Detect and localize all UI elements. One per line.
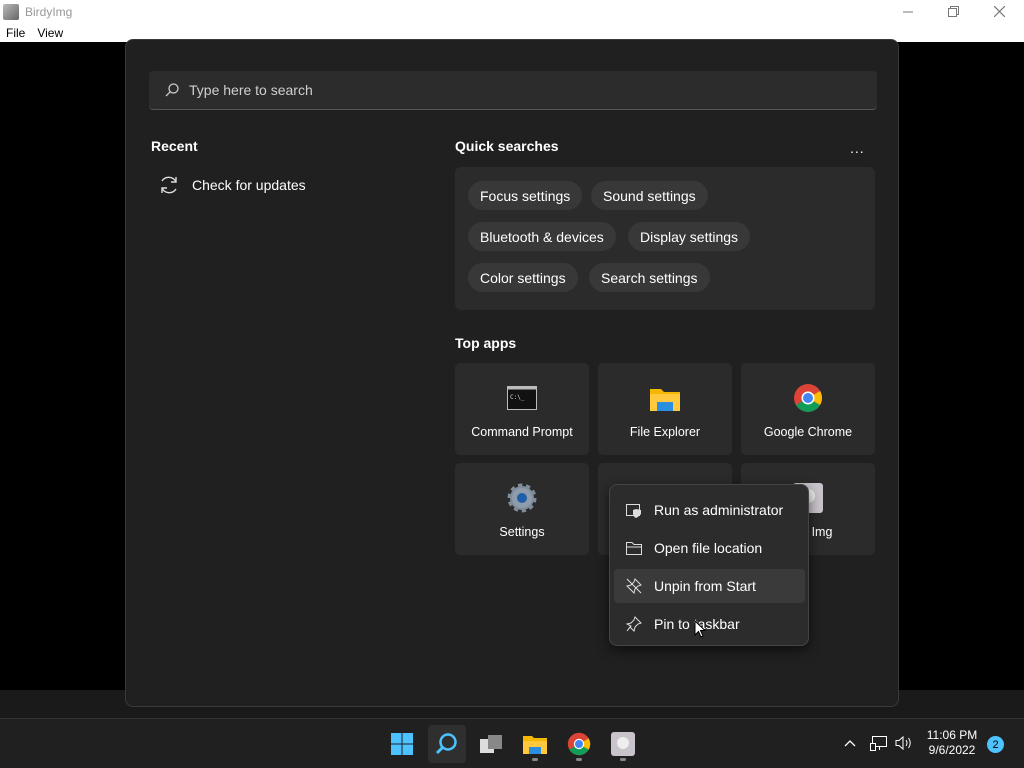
top-apps-title: Top apps xyxy=(455,335,517,351)
clock-time: 11:06 PM xyxy=(926,728,978,742)
app-tile-label: Settings xyxy=(499,525,545,539)
volume-icon[interactable] xyxy=(895,718,913,768)
taskbar-chrome[interactable] xyxy=(560,725,598,763)
menu-item-label: Run as administrator xyxy=(654,502,784,518)
search-icon xyxy=(165,83,179,97)
chip-search-settings[interactable]: Search settings xyxy=(589,263,710,292)
network-icon[interactable] xyxy=(870,718,888,768)
app-tile-command-prompt[interactable]: C:\_ Command Prompt xyxy=(455,363,589,455)
close-icon[interactable] xyxy=(976,0,1022,23)
menu-item-open-file-location[interactable]: Open file location xyxy=(614,531,805,565)
chip-sound-settings[interactable]: Sound settings xyxy=(591,181,708,210)
app-tile-settings[interactable]: Settings xyxy=(455,463,589,555)
search-input[interactable]: Type here to search xyxy=(149,71,877,110)
recent-item-label: Check for updates xyxy=(192,177,306,193)
menu-item-label: Unpin from Start xyxy=(654,578,756,594)
taskbar-file-explorer[interactable] xyxy=(516,725,554,763)
restore-icon[interactable] xyxy=(930,0,976,23)
svg-text:C:\_: C:\_ xyxy=(510,394,525,401)
context-menu: Run as administrator Open file location … xyxy=(609,484,809,646)
more-options-icon[interactable]: ... xyxy=(850,140,865,156)
recent-title: Recent xyxy=(151,138,198,154)
app-tile-google-chrome[interactable]: Google Chrome xyxy=(741,363,875,455)
start-icon xyxy=(391,733,413,755)
app-tile-label: Img xyxy=(811,525,833,539)
clock-date: 9/6/2022 xyxy=(928,743,976,757)
chip-focus-settings[interactable]: Focus settings xyxy=(468,181,583,210)
chrome-icon xyxy=(567,732,591,756)
task-view-icon xyxy=(480,735,502,753)
menu-file[interactable]: File xyxy=(0,26,31,40)
chip-color-settings[interactable]: Color settings xyxy=(468,263,578,292)
pin-icon xyxy=(626,616,642,632)
window-titlebar: BirdyImg xyxy=(0,0,1024,23)
search-button[interactable] xyxy=(428,725,466,763)
task-view-button[interactable] xyxy=(472,725,510,763)
show-hidden-icons[interactable] xyxy=(844,718,856,768)
command-prompt-icon: C:\_ xyxy=(507,386,537,410)
file-explorer-icon xyxy=(650,389,680,411)
quick-searches-panel: Focus settings Sound settings Bluetooth … xyxy=(455,167,875,310)
quick-searches-title: Quick searches xyxy=(455,138,559,154)
minimize-icon[interactable] xyxy=(885,0,931,23)
chip-display-settings[interactable]: Display settings xyxy=(628,222,751,251)
app-tile-label: Google Chrome xyxy=(763,425,853,439)
refresh-icon xyxy=(161,176,177,194)
taskbar-birdyimg[interactable] xyxy=(604,725,642,763)
start-button[interactable] xyxy=(383,725,421,763)
menu-item-label: Open file location xyxy=(654,540,763,556)
menu-view[interactable]: View xyxy=(31,26,69,40)
mouse-cursor-icon xyxy=(694,620,706,638)
recent-item-check-for-updates[interactable]: Check for updates xyxy=(158,174,306,196)
search-placeholder: Type here to search xyxy=(189,82,313,98)
menu-item-pin-to-taskbar[interactable]: Pin to taskbar xyxy=(614,607,805,641)
birdyimg-icon xyxy=(611,732,635,756)
chrome-icon xyxy=(794,384,822,412)
menu-item-run-as-administrator[interactable]: Run as administrator xyxy=(614,493,805,527)
window-title: BirdyImg xyxy=(25,4,73,19)
chip-bluetooth-devices[interactable]: Bluetooth & devices xyxy=(468,222,616,251)
settings-gear-icon xyxy=(507,483,537,513)
unpin-icon xyxy=(626,578,642,594)
menu-item-unpin-from-start[interactable]: Unpin from Start xyxy=(614,569,805,603)
notification-badge[interactable]: 2 xyxy=(987,736,1004,753)
folder-icon xyxy=(626,542,642,555)
birdyimg-app-icon xyxy=(3,3,19,20)
app-tile-file-explorer[interactable]: File Explorer xyxy=(598,363,732,455)
chevron-up-icon xyxy=(844,740,856,747)
app-tile-label: File Explorer xyxy=(629,425,701,439)
taskbar-clock[interactable]: 11:06 PM 9/6/2022 xyxy=(920,728,984,758)
app-tile-label: Command Prompt xyxy=(471,425,573,439)
shield-icon xyxy=(626,504,641,518)
file-explorer-icon xyxy=(523,736,547,754)
search-icon xyxy=(435,733,457,755)
